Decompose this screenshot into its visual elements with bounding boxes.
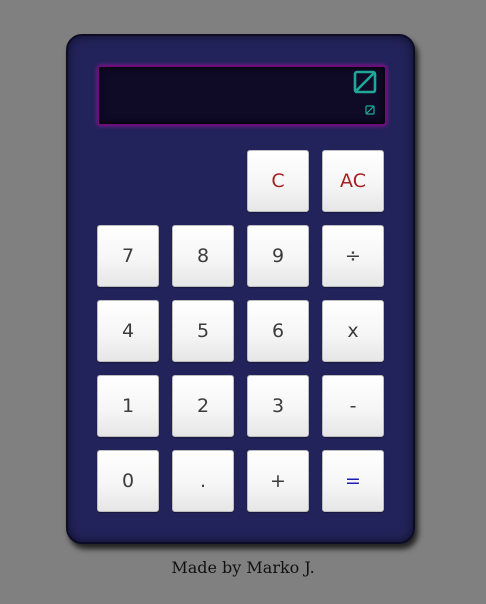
digit-3-button[interactable]: 3 (247, 375, 309, 437)
digit-2-button[interactable]: 2 (172, 375, 234, 437)
decimal-button[interactable]: . (172, 450, 234, 512)
digit-1-button[interactable]: 1 (97, 375, 159, 437)
digit-5-button[interactable]: 5 (172, 300, 234, 362)
calculator-body: C AC 7 8 9 ÷ 4 5 6 x 1 2 3 - 0 . + = (66, 34, 415, 544)
plus-button[interactable]: + (247, 450, 309, 512)
multiply-button[interactable]: x (322, 300, 384, 362)
clear-button[interactable]: C (247, 150, 309, 212)
author-credit: Made by Marko J. (171, 558, 315, 577)
digit-7-button[interactable]: 7 (97, 225, 159, 287)
digit-6-button[interactable]: 6 (247, 300, 309, 362)
memory-indicator-icon (365, 105, 375, 115)
calculator-display (97, 65, 387, 126)
empty-set-icon (353, 70, 377, 94)
minus-button[interactable]: - (322, 375, 384, 437)
equals-button[interactable]: = (322, 450, 384, 512)
all-clear-button[interactable]: AC (322, 150, 384, 212)
digit-0-button[interactable]: 0 (97, 450, 159, 512)
divide-button[interactable]: ÷ (322, 225, 384, 287)
digit-4-button[interactable]: 4 (97, 300, 159, 362)
digit-8-button[interactable]: 8 (172, 225, 234, 287)
digit-9-button[interactable]: 9 (247, 225, 309, 287)
